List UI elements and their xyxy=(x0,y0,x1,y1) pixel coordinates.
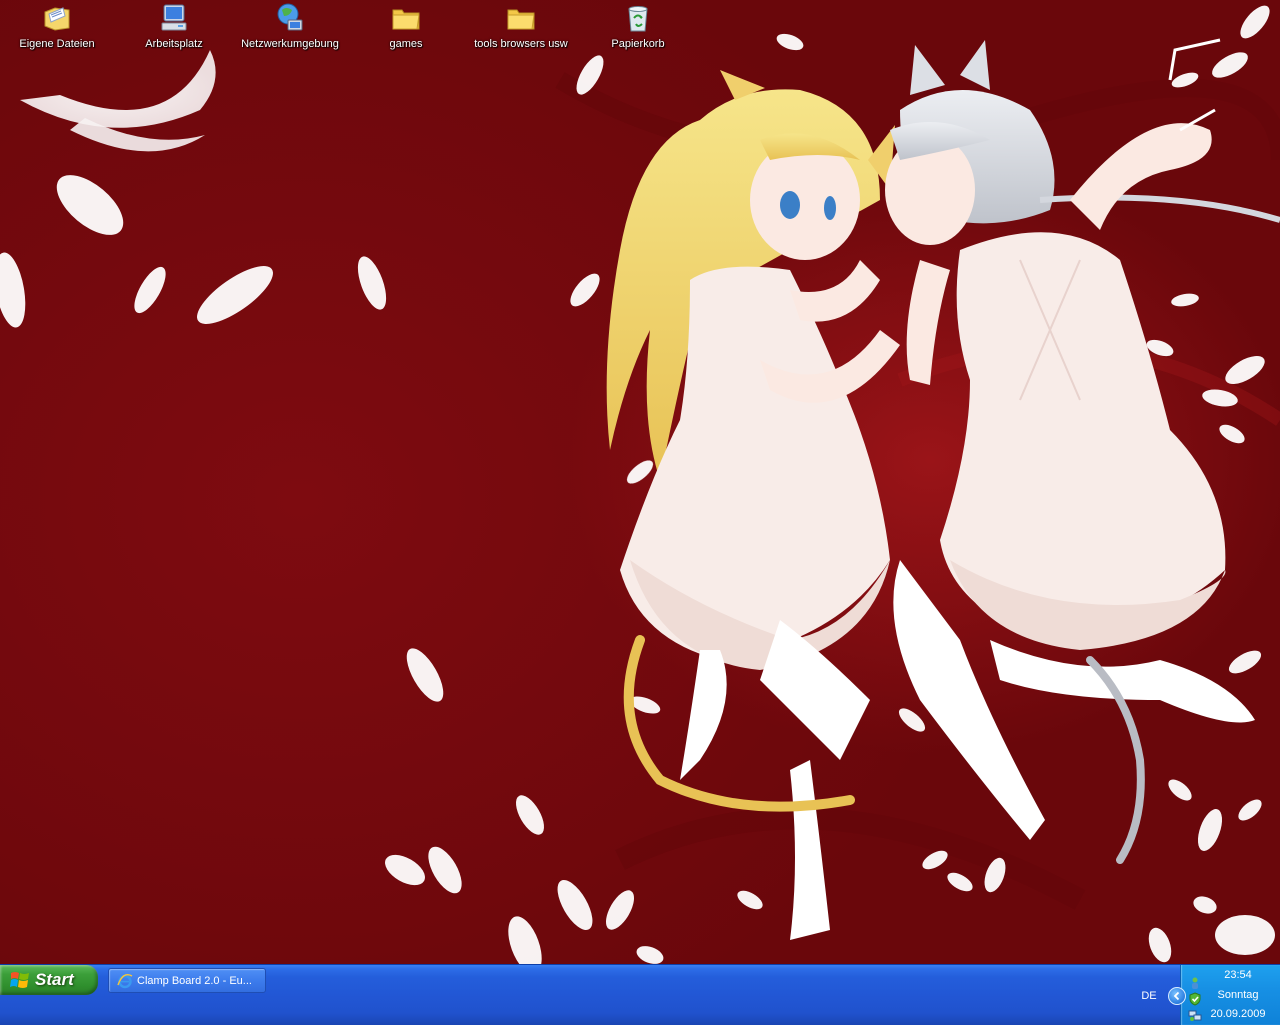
show-hidden-icons-button[interactable] xyxy=(1168,987,1186,1005)
desktop-icon-label: Papierkorb xyxy=(611,38,665,50)
desktop-icon-label: Netzwerkumgebung xyxy=(241,38,339,50)
taskbar: Start Clamp Board 2.0 - Eu... DE 23:54 S… xyxy=(0,964,1280,1025)
user-status-icon[interactable] xyxy=(1188,976,1202,990)
wallpaper-image xyxy=(0,5,1280,964)
desktop-icon-label: tools browsers usw xyxy=(474,38,568,50)
desktop-icon-label: Eigene Dateien xyxy=(19,38,95,50)
my-computer-icon xyxy=(161,4,187,31)
desktop-icon-label: games xyxy=(389,38,423,50)
desktop-icon-label: Arbeitsplatz xyxy=(145,38,203,50)
start-button[interactable]: Start xyxy=(0,965,98,995)
internet-explorer-icon xyxy=(117,973,133,988)
taskbar-button-label: Clamp Board 2.0 - Eu... xyxy=(137,974,252,987)
folder-icon xyxy=(392,9,420,30)
clock-date: 20.09.2009 xyxy=(1210,1008,1266,1020)
folder-icon xyxy=(507,9,535,30)
desktop-icon-netzwerkumgebung[interactable]: Netzwerkumgebung xyxy=(235,2,345,58)
clock-time[interactable]: 23:54 xyxy=(1204,969,1272,981)
feather-large xyxy=(20,50,216,152)
network-places-icon xyxy=(277,3,303,31)
desktop-icon-tools-browsers-usw[interactable]: tools browsers usw xyxy=(466,2,576,58)
start-label: Start xyxy=(35,970,74,989)
network-connection-icon[interactable] xyxy=(1188,1008,1202,1022)
recycle-bin-icon xyxy=(628,6,648,32)
blonde-girl xyxy=(606,70,900,940)
silver-girl xyxy=(885,38,1280,864)
my-documents-icon xyxy=(44,7,70,31)
desktop-icon-papierkorb[interactable]: Papierkorb xyxy=(583,2,693,58)
desktop[interactable]: Eigene Dateien Arbeitsplatz Netzwerkumge… xyxy=(0,0,1280,964)
language-indicator[interactable]: DE xyxy=(1138,988,1160,1004)
windows-logo-icon xyxy=(10,972,29,988)
chevron-left-icon xyxy=(1173,991,1180,1001)
desktop-icon-arbeitsplatz[interactable]: Arbeitsplatz xyxy=(119,2,229,58)
clock-weekday: Sonntag xyxy=(1217,989,1259,1001)
taskbar-button-clamp-board[interactable]: Clamp Board 2.0 - Eu... xyxy=(108,968,266,993)
desktop-icon-games[interactable]: games xyxy=(351,2,461,58)
security-shield-icon[interactable] xyxy=(1188,992,1202,1006)
desktop-icon-eigene-dateien[interactable]: Eigene Dateien xyxy=(2,2,112,58)
